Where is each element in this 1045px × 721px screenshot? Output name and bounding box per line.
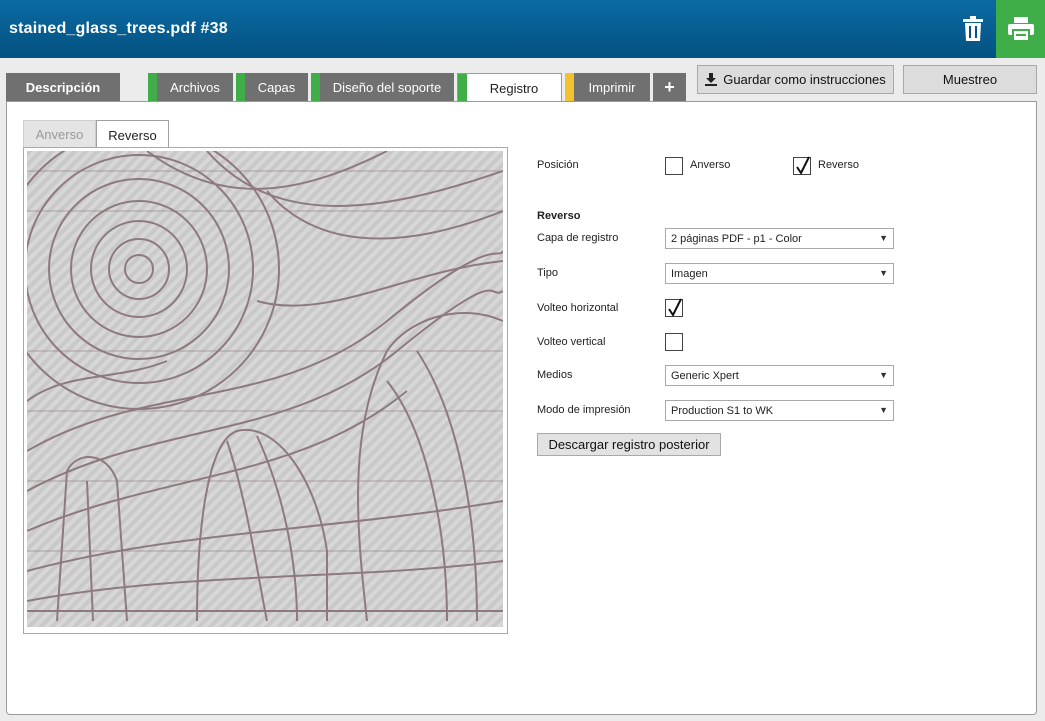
sample-button[interactable]: Muestreo: [903, 65, 1037, 94]
media-value: Generic Xpert: [671, 369, 739, 382]
subtab-label: Anverso: [35, 127, 84, 142]
tab-registro[interactable]: Registro: [457, 73, 562, 102]
dropdown-arrow-icon: ▼: [879, 370, 888, 380]
dropdown-arrow-icon: ▼: [879, 268, 888, 278]
layer-label: Capa de registro: [537, 232, 619, 244]
print-mode-value: Production S1 to WK: [671, 404, 774, 417]
printer-icon: [1007, 17, 1034, 41]
position-label: Posición: [537, 159, 579, 171]
tab-archivos[interactable]: Archivos: [148, 73, 233, 101]
status-stripe: [236, 73, 245, 101]
plus-icon: +: [664, 76, 675, 97]
sample-button-label: Muestreo: [942, 72, 998, 87]
front-checkbox[interactable]: [665, 157, 683, 175]
status-stripe: [458, 74, 467, 102]
dropdown-arrow-icon: ▼: [879, 233, 888, 243]
tab-label: Registro: [489, 80, 539, 96]
print-mode-label: Modo de impresión: [537, 404, 631, 416]
tab-descripcion[interactable]: Descripción: [6, 73, 120, 101]
media-label: Medios: [537, 369, 573, 381]
section-title: Reverso: [537, 210, 581, 222]
window-title: stained_glass_trees.pdf #38: [9, 20, 228, 37]
tab-label: Archivos: [170, 79, 220, 95]
tab-capas[interactable]: Capas: [236, 73, 308, 101]
subtab-label: Reverso: [108, 127, 157, 143]
stained-glass-preview: [27, 151, 503, 627]
tab-diseno-soporte[interactable]: Diseño del soporte: [311, 73, 454, 101]
back-checkbox[interactable]: [793, 156, 811, 175]
checkmark-icon: [668, 298, 682, 317]
type-select[interactable]: Imagen ▼: [665, 263, 894, 284]
title-bar: stained_glass_trees.pdf #38: [0, 0, 1045, 58]
tab-imprimir[interactable]: Imprimir: [565, 73, 650, 101]
print-button[interactable]: [996, 0, 1045, 58]
dropdown-arrow-icon: ▼: [879, 405, 888, 415]
layer-select[interactable]: 2 páginas PDF - p1 - Color ▼: [665, 228, 894, 249]
back-option-label: Reverso: [818, 159, 859, 171]
media-select[interactable]: Generic Xpert ▼: [665, 365, 894, 386]
status-stripe: [311, 73, 320, 101]
status-stripe: [148, 73, 157, 101]
hflip-label: Volteo horizontal: [537, 302, 619, 314]
hflip-checkbox[interactable]: [665, 298, 683, 317]
tab-label: Imprimir: [588, 79, 636, 95]
type-value: Imagen: [671, 267, 708, 280]
checkmark-icon: [796, 156, 810, 175]
delete-button[interactable]: [950, 0, 996, 58]
type-label: Tipo: [537, 267, 558, 279]
status-stripe: [565, 73, 574, 101]
tab-label: Diseño del soporte: [332, 79, 442, 95]
download-back-registration-button[interactable]: Descargar registro posterior: [537, 433, 721, 456]
print-mode-select[interactable]: Production S1 to WK ▼: [665, 400, 894, 421]
front-option-label: Anverso: [690, 159, 731, 171]
tab-label: Capas: [257, 79, 296, 95]
add-tab-button[interactable]: +: [653, 73, 686, 101]
save-as-instructions-button[interactable]: Guardar como instrucciones: [697, 65, 894, 94]
trash-icon: [963, 16, 983, 41]
tab-label: Descripción: [25, 79, 101, 95]
download-icon: [705, 73, 718, 86]
save-button-label: Guardar como instrucciones: [723, 72, 886, 87]
layer-value: 2 páginas PDF - p1 - Color: [671, 232, 802, 245]
download-button-label: Descargar registro posterior: [548, 437, 710, 452]
vflip-checkbox[interactable]: [665, 333, 683, 351]
subtab-reverso[interactable]: Reverso: [96, 120, 169, 149]
vflip-label: Volteo vertical: [537, 336, 606, 348]
subtab-anverso[interactable]: Anverso: [23, 120, 96, 148]
